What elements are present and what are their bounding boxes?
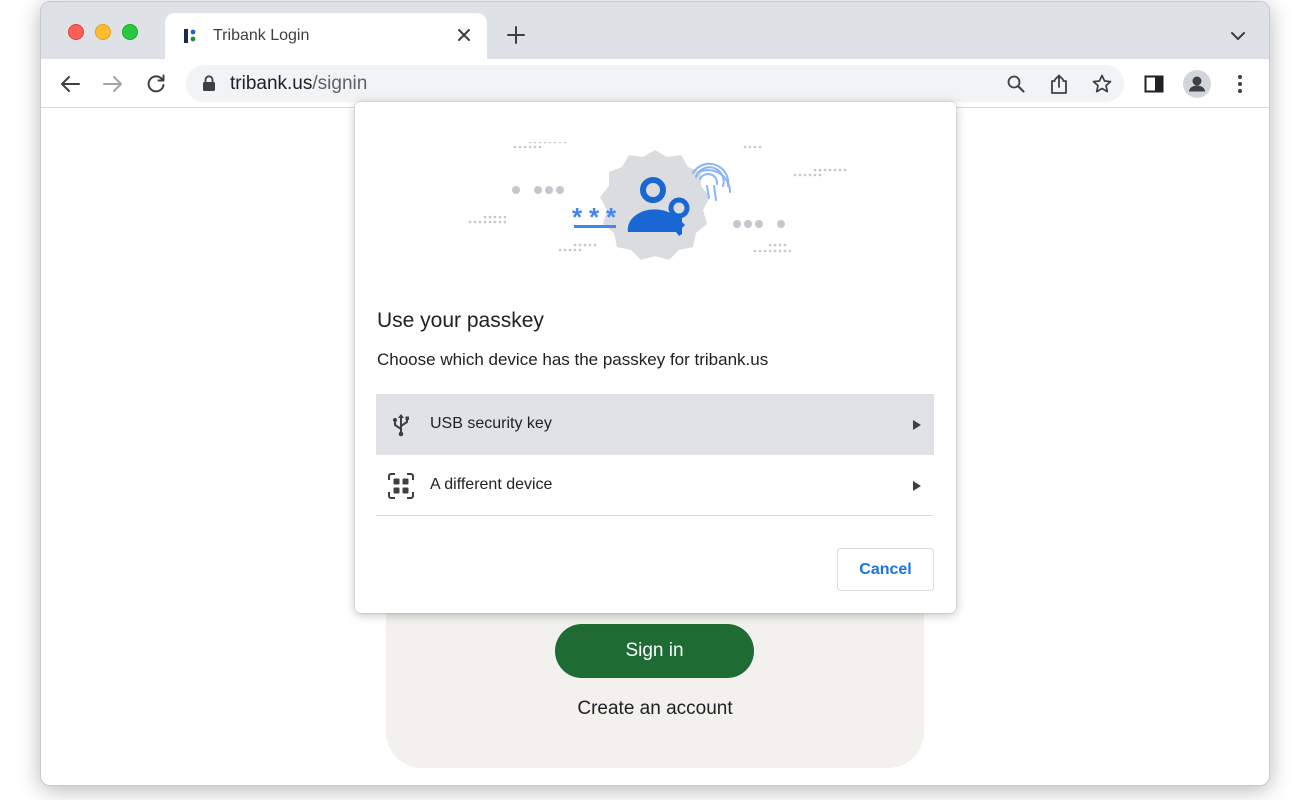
option-usb-security-key[interactable]: USB security key: [376, 394, 934, 455]
tab-tribank-login[interactable]: Tribank Login: [165, 13, 487, 59]
address-bar[interactable]: tribank.us/signin: [186, 65, 1124, 102]
passkey-illustration: * * *: [468, 142, 847, 260]
sign-in-button[interactable]: Sign in: [555, 624, 754, 678]
browser-toolbar: tribank.us/signin: [41, 59, 1269, 108]
cancel-button[interactable]: Cancel: [837, 548, 934, 591]
lock-icon[interactable]: [202, 75, 216, 92]
maximize-window-button[interactable]: [122, 24, 138, 40]
chevron-right-icon: [913, 481, 921, 491]
passkey-dialog: * * * Use your passkey Choose which device…: [355, 102, 956, 613]
tab-title: Tribank Login: [213, 27, 310, 44]
option-label: A different device: [430, 476, 553, 493]
forward-arrow-icon[interactable]: [99, 70, 127, 98]
minimize-window-button[interactable]: [95, 24, 111, 40]
usb-icon: [388, 412, 414, 438]
side-panel-icon[interactable]: [1140, 70, 1168, 98]
qr-code-icon: [388, 473, 414, 499]
option-label: USB security key: [430, 415, 552, 432]
dialog-title: Use your passkey: [377, 309, 544, 332]
tab-search-chevron-down-icon[interactable]: [1228, 26, 1248, 46]
new-tab-plus-icon[interactable]: [504, 23, 528, 47]
chevron-right-icon: [913, 420, 921, 430]
back-arrow-icon[interactable]: [56, 70, 84, 98]
url-text[interactable]: tribank.us/signin: [230, 73, 367, 95]
search-magnifier-icon[interactable]: [1004, 72, 1028, 96]
profile-avatar-icon[interactable]: [1183, 70, 1211, 98]
reload-icon[interactable]: [142, 70, 170, 98]
option-different-device[interactable]: A different device: [376, 455, 934, 516]
tab-close-icon[interactable]: [453, 24, 475, 46]
more-menu-dots-icon[interactable]: [1226, 70, 1254, 98]
close-window-button[interactable]: [68, 24, 84, 40]
share-icon[interactable]: [1047, 72, 1071, 96]
tribank-favicon-icon: [184, 29, 196, 43]
tab-strip: Tribank Login: [41, 2, 1269, 59]
bookmark-star-icon[interactable]: [1090, 72, 1114, 96]
browser-window: Tribank Login tribank.us/signin Sign in …: [40, 1, 1270, 786]
dialog-description: Choose which device has the passkey for …: [377, 350, 769, 369]
create-account-link[interactable]: Create an account: [386, 698, 924, 720]
